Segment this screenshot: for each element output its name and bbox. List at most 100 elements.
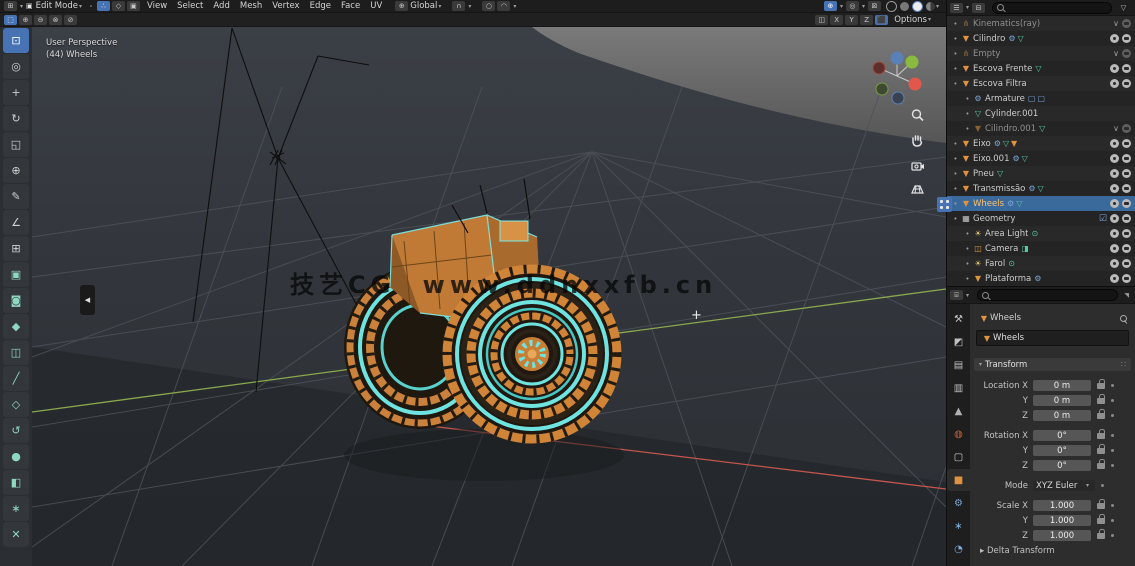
outliner-row-eixo-001[interactable]: • ▼ Eixo.001 ⚙ ▽ — [947, 151, 1135, 166]
falloff-curve-icon[interactable]: ◠ — [497, 1, 511, 11]
magnet-icon[interactable]: ∩ — [452, 1, 466, 11]
expand-dot-icon[interactable]: • — [963, 230, 972, 238]
spin-tool[interactable]: ↺ — [3, 418, 29, 443]
orthographic-grid-icon[interactable] — [908, 180, 926, 198]
disable-render-camera-icon[interactable] — [1122, 274, 1131, 283]
face-select-mode-icon[interactable]: ▣ — [126, 1, 140, 11]
editor-type-button[interactable]: ⊞ — [4, 1, 17, 11]
menu-select[interactable]: Select — [177, 1, 203, 11]
menu-uv[interactable]: UV — [370, 1, 382, 11]
hide-viewport-eye-icon[interactable] — [1110, 139, 1119, 148]
hide-viewport-eye-icon[interactable] — [1110, 64, 1119, 73]
pan-hand-icon[interactable] — [908, 131, 926, 149]
sidebar-toggle-arrow[interactable]: ◀ — [80, 285, 95, 315]
outliner-display-mode-icon[interactable]: ⊟ — [972, 2, 986, 13]
closed-eye-icon[interactable]: ∨ — [1113, 19, 1119, 28]
disable-render-camera-icon[interactable] — [1122, 19, 1131, 28]
transform-panel-header[interactable]: ▾ Transform ∷ — [974, 358, 1131, 371]
outliner-filter-icon[interactable]: ▽ — [1117, 3, 1130, 13]
transform-value-field[interactable]: 0° — [1033, 445, 1091, 456]
hide-viewport-eye-icon[interactable] — [1110, 169, 1119, 178]
scale-tool[interactable]: ◱ — [3, 132, 29, 157]
wireframe-shading-icon[interactable] — [885, 0, 897, 12]
menu-view[interactable]: View — [147, 1, 167, 11]
rotate-tool[interactable]: ↻ — [3, 106, 29, 131]
gizmo-z-negative[interactable] — [891, 91, 905, 105]
menu-add[interactable]: Add — [213, 1, 229, 11]
inset-faces-tool[interactable]: ◙ — [3, 288, 29, 313]
material-preview-shading-icon[interactable] — [911, 0, 923, 12]
rip-region-tool[interactable]: ✕ — [3, 522, 29, 547]
gizmo-y-positive[interactable] — [905, 55, 919, 69]
disable-render-camera-icon[interactable] — [1122, 214, 1131, 223]
modifiers-properties-tab[interactable]: ⚙ — [947, 492, 970, 514]
select-op-4[interactable]: ⊘ — [64, 14, 77, 25]
transform-value-field[interactable]: 0° — [1033, 460, 1091, 471]
vertex-select-mode-icon[interactable]: ∴ — [96, 1, 110, 11]
physics-properties-tab[interactable]: ◔ — [947, 538, 970, 560]
select-op-1[interactable]: ⊕ — [19, 14, 32, 25]
transform-value-field[interactable]: 0 m — [1033, 410, 1091, 421]
edge-select-mode-icon[interactable]: ◇ — [111, 1, 125, 11]
knife-tool[interactable]: ╱ — [3, 366, 29, 391]
xray-toggle-icon[interactable]: ⊠ — [867, 1, 881, 11]
smooth-tool[interactable]: ● — [3, 444, 29, 469]
hide-viewport-eye-icon[interactable] — [1110, 154, 1119, 163]
disable-render-camera-icon[interactable] — [1122, 64, 1131, 73]
outliner-row-plataforma[interactable]: • ▼ Plataforma ⚙ — [947, 271, 1135, 286]
object-properties-tab[interactable]: ■ — [947, 469, 970, 491]
lock-icon[interactable] — [1097, 513, 1105, 524]
hide-viewport-eye-icon[interactable] — [1110, 259, 1119, 268]
expand-dot-icon[interactable]: • — [963, 95, 972, 103]
expand-dot-icon[interactable]: • — [951, 155, 960, 163]
expand-dot-icon[interactable]: • — [951, 170, 960, 178]
gizmo-x-negative[interactable] — [872, 61, 886, 75]
expand-dot-icon[interactable]: • — [951, 35, 960, 43]
expand-dot-icon[interactable]: • — [951, 20, 960, 28]
animate-dot-icon[interactable] — [1111, 464, 1114, 467]
expand-dot-icon[interactable]: • — [963, 110, 972, 118]
disable-render-camera-icon[interactable] — [1122, 154, 1131, 163]
gizmo-z-positive[interactable] — [890, 51, 904, 65]
expand-dot-icon[interactable]: • — [951, 140, 960, 148]
bevel-tool[interactable]: ◆ — [3, 314, 29, 339]
poly-build-tool[interactable]: ◇ — [3, 392, 29, 417]
disable-render-camera-icon[interactable] — [1122, 259, 1131, 268]
outliner-row-escova-filtra[interactable]: • ▼ Escova Filtra — [947, 76, 1135, 91]
animate-dot-icon[interactable] — [1111, 449, 1114, 452]
outliner-row-area-light[interactable]: • ☀ Area Light ⊙ — [947, 226, 1135, 241]
outliner-row-pneu[interactable]: • ▼ Pneu ▽ — [947, 166, 1135, 181]
menu-mesh[interactable]: Mesh — [240, 1, 262, 11]
animate-dot-icon[interactable] — [1111, 519, 1114, 522]
expand-dot-icon[interactable]: • — [951, 50, 960, 58]
delta-transform-header[interactable]: ▸ Delta Transform — [980, 546, 1135, 556]
animate-dot-icon[interactable] — [1111, 414, 1114, 417]
lock-icon[interactable] — [1097, 428, 1105, 439]
particles-properties-tab[interactable]: ∗ — [947, 515, 970, 537]
animate-dot-icon[interactable] — [1111, 504, 1114, 507]
collection-checkbox-icon[interactable]: ☑ — [1099, 214, 1107, 224]
disable-render-camera-icon[interactable] — [1122, 184, 1131, 193]
pin-icon[interactable] — [1120, 314, 1127, 322]
transform-tool[interactable]: ⊕ — [3, 158, 29, 183]
mirror-z-toggle[interactable]: Z — [860, 14, 874, 25]
transform-value-field[interactable]: 1.000 — [1033, 530, 1091, 541]
view-layer-properties-tab[interactable]: ▥ — [947, 377, 970, 399]
edge-slide-tool[interactable]: ◧ — [3, 470, 29, 495]
outliner-row-cylinder-001[interactable]: • ▽ Cylinder.001 — [947, 106, 1135, 121]
animate-dot-icon[interactable] — [1111, 384, 1114, 387]
move-tool[interactable]: + — [3, 80, 29, 105]
hide-viewport-eye-icon[interactable] — [1110, 244, 1119, 253]
hide-viewport-eye-icon[interactable] — [1110, 34, 1119, 43]
transform-value-field[interactable]: 1.000 — [1033, 500, 1091, 511]
lock-icon[interactable] — [1097, 393, 1105, 404]
disable-render-camera-icon[interactable] — [1122, 169, 1131, 178]
expand-dot-icon[interactable]: • — [963, 125, 972, 133]
add-cube-tool[interactable]: ⊞ — [3, 236, 29, 261]
disable-render-camera-icon[interactable] — [1122, 49, 1131, 58]
outliner-row-cilindro[interactable]: • ▼ Cilindro ⚙ ▽ — [947, 31, 1135, 46]
expand-dot-icon[interactable]: • — [963, 260, 972, 268]
animate-dot-icon[interactable] — [1111, 399, 1114, 402]
measure-tool[interactable]: ∠ — [3, 210, 29, 235]
lock-icon[interactable] — [1097, 458, 1105, 469]
